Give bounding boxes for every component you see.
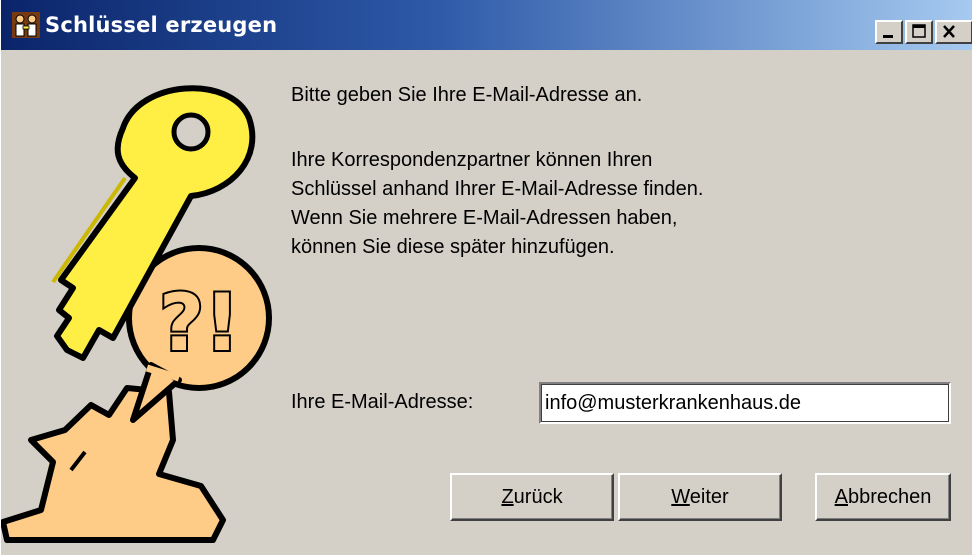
minimize-icon — [883, 35, 893, 38]
info-line: Wenn Sie mehrere E-Mail-Adressen haben, — [291, 207, 678, 229]
window-title: Schlüssel erzeugen — [45, 13, 278, 37]
title-bar[interactable]: Schlüssel erzeugen — [1, 0, 972, 50]
key-generation-dialog: Schlüssel erzeugen ?! Bitte geben Sie Ih… — [0, 0, 972, 555]
cancel-button-label: Abbrechen — [834, 485, 932, 508]
next-button[interactable]: Weiter — [618, 473, 782, 521]
maximize-button[interactable] — [905, 20, 933, 44]
app-icon — [12, 12, 40, 38]
info-line: Ihre Korrespondenzpartner können Ihren — [291, 149, 653, 171]
email-label: Ihre E-Mail-Adresse: — [291, 391, 474, 413]
close-icon — [943, 25, 955, 38]
cancel-button[interactable]: Abbrechen — [815, 473, 951, 521]
intro-text: Bitte geben Sie Ihre E-Mail-Adresse an. — [291, 84, 643, 106]
back-button[interactable]: Zurück — [450, 473, 614, 521]
minimize-button[interactable] — [875, 20, 903, 44]
back-button-label: Zurück — [501, 485, 563, 508]
info-line: Schlüssel anhand Ihrer E-Mail-Adresse fi… — [291, 178, 704, 200]
email-field[interactable] — [539, 382, 951, 424]
person-head-icon — [1, 385, 226, 543]
close-button[interactable] — [935, 20, 972, 44]
key-question-illustration: ?! — [1, 85, 272, 543]
question-exclamation-icon: ?! — [159, 279, 240, 369]
maximize-icon — [912, 24, 926, 38]
info-line: können Sie diese später hinzufügen. — [291, 236, 615, 258]
info-paragraph: Ihre Korrespondenzpartner können Ihren S… — [291, 146, 703, 262]
next-button-label: Weiter — [671, 485, 729, 508]
